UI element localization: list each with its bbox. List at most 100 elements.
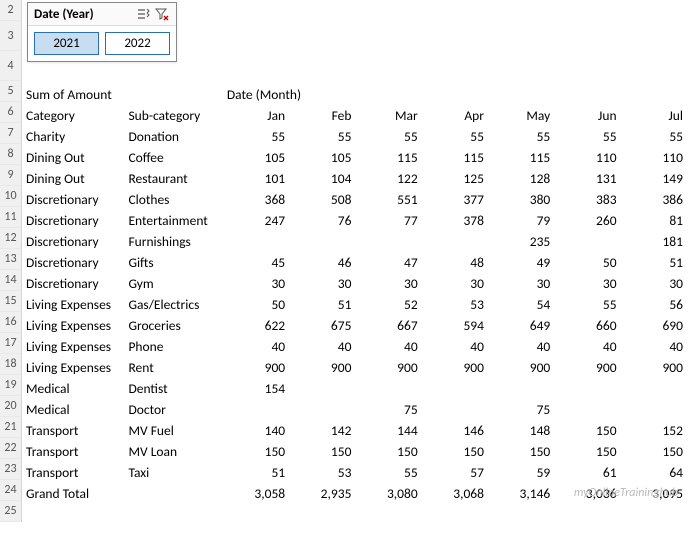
category-cell[interactable]: Transport — [22, 462, 124, 483]
subcategory-header[interactable]: Sub-category — [124, 105, 222, 126]
category-cell[interactable]: Dining Out — [22, 168, 124, 189]
value-cell[interactable]: 50 — [223, 294, 289, 315]
value-cell[interactable]: 660 — [554, 315, 620, 336]
value-cell[interactable] — [355, 231, 421, 252]
row-header[interactable]: 11 — [0, 207, 21, 228]
subcategory-cell[interactable]: Rent — [124, 357, 222, 378]
row-header[interactable]: 12 — [0, 228, 21, 249]
value-cell[interactable] — [554, 378, 620, 399]
value-cell[interactable] — [422, 231, 488, 252]
value-cell[interactable]: 181 — [621, 231, 687, 252]
value-cell[interactable]: 52 — [355, 294, 421, 315]
row-header[interactable]: 23 — [0, 459, 21, 480]
value-cell[interactable]: 150 — [621, 441, 687, 462]
value-cell[interactable]: 690 — [621, 315, 687, 336]
row-header[interactable]: 4 — [0, 51, 21, 81]
subcategory-cell[interactable]: Gym — [124, 273, 222, 294]
category-header[interactable]: Category — [22, 105, 124, 126]
row-header[interactable]: 3 — [0, 21, 21, 51]
value-cell[interactable]: 101 — [223, 168, 289, 189]
category-cell[interactable]: Living Expenses — [22, 336, 124, 357]
value-cell[interactable] — [422, 399, 488, 420]
value-cell[interactable]: 45 — [223, 252, 289, 273]
value-cell[interactable]: 40 — [223, 336, 289, 357]
subcategory-cell[interactable]: Phone — [124, 336, 222, 357]
subcategory-cell[interactable]: MV Loan — [124, 441, 222, 462]
subcategory-cell[interactable]: Coffee — [124, 147, 222, 168]
value-cell[interactable]: 125 — [422, 168, 488, 189]
row-header[interactable]: 16 — [0, 312, 21, 333]
value-cell[interactable]: 55 — [488, 126, 554, 147]
value-cell[interactable]: 105 — [289, 147, 355, 168]
subcategory-cell[interactable]: Doctor — [124, 399, 222, 420]
value-cell[interactable]: 622 — [223, 315, 289, 336]
value-cell[interactable]: 50 — [554, 252, 620, 273]
value-cell[interactable]: 150 — [554, 441, 620, 462]
value-cell[interactable]: 51 — [289, 294, 355, 315]
category-cell[interactable]: Discretionary — [22, 252, 124, 273]
value-cell[interactable]: 46 — [289, 252, 355, 273]
value-cell[interactable]: 152 — [621, 420, 687, 441]
value-cell[interactable]: 900 — [554, 357, 620, 378]
row-header[interactable]: 19 — [0, 375, 21, 396]
category-cell[interactable]: Discretionary — [22, 189, 124, 210]
value-cell[interactable]: 110 — [621, 147, 687, 168]
value-cell[interactable] — [289, 378, 355, 399]
value-cell[interactable]: 55 — [422, 126, 488, 147]
value-cell[interactable]: 30 — [223, 273, 289, 294]
month-header[interactable]: Jul — [621, 105, 687, 126]
value-cell[interactable] — [554, 231, 620, 252]
month-header[interactable]: Jun — [554, 105, 620, 126]
value-cell[interactable]: 383 — [554, 189, 620, 210]
subcategory-cell[interactable]: Donation — [124, 126, 222, 147]
value-cell[interactable]: 378 — [422, 210, 488, 231]
value-cell[interactable]: 55 — [223, 126, 289, 147]
value-cell[interactable]: 81 — [621, 210, 687, 231]
category-cell[interactable]: Medical — [22, 399, 124, 420]
category-cell[interactable]: Living Expenses — [22, 357, 124, 378]
value-cell[interactable]: 30 — [621, 273, 687, 294]
value-cell[interactable]: 154 — [223, 378, 289, 399]
row-header[interactable]: 8 — [0, 144, 21, 165]
pivot-table[interactable]: Sum of AmountDate (Month)CategorySub-cat… — [22, 84, 687, 504]
grand-total-label[interactable]: Grand Total — [22, 483, 124, 504]
value-cell[interactable]: 115 — [355, 147, 421, 168]
value-cell[interactable]: 47 — [355, 252, 421, 273]
value-cell[interactable]: 900 — [488, 357, 554, 378]
value-cell[interactable]: 142 — [289, 420, 355, 441]
value-cell[interactable]: 900 — [422, 357, 488, 378]
value-cell[interactable]: 55 — [355, 126, 421, 147]
category-cell[interactable]: Discretionary — [22, 210, 124, 231]
row-header[interactable]: 14 — [0, 270, 21, 291]
value-cell[interactable]: 386 — [621, 189, 687, 210]
grand-total-value[interactable]: 3,146 — [488, 483, 554, 504]
row-header[interactable]: 15 — [0, 291, 21, 312]
value-cell[interactable]: 122 — [355, 168, 421, 189]
value-cell[interactable] — [422, 378, 488, 399]
row-header[interactable]: 6 — [0, 102, 21, 123]
row-header[interactable]: 5 — [0, 81, 21, 102]
category-cell[interactable]: Discretionary — [22, 231, 124, 252]
value-cell[interactable]: 76 — [289, 210, 355, 231]
value-cell[interactable]: 30 — [355, 273, 421, 294]
value-cell[interactable]: 75 — [488, 399, 554, 420]
value-cell[interactable]: 900 — [621, 357, 687, 378]
value-cell[interactable]: 104 — [289, 168, 355, 189]
value-cell[interactable]: 368 — [223, 189, 289, 210]
value-cell[interactable]: 30 — [554, 273, 620, 294]
row-header[interactable]: 2 — [0, 0, 21, 21]
value-cell[interactable]: 40 — [422, 336, 488, 357]
value-cell[interactable]: 40 — [289, 336, 355, 357]
category-cell[interactable]: Living Expenses — [22, 315, 124, 336]
value-cell[interactable]: 667 — [355, 315, 421, 336]
grand-total-value[interactable]: 3,068 — [422, 483, 488, 504]
subcategory-cell[interactable]: MV Fuel — [124, 420, 222, 441]
value-cell[interactable]: 77 — [355, 210, 421, 231]
value-cell[interactable]: 900 — [289, 357, 355, 378]
value-cell[interactable]: 144 — [355, 420, 421, 441]
value-cell[interactable]: 105 — [223, 147, 289, 168]
value-cell[interactable]: 59 — [488, 462, 554, 483]
clear-filter-icon[interactable] — [154, 6, 170, 22]
value-cell[interactable]: 51 — [223, 462, 289, 483]
value-cell[interactable] — [289, 231, 355, 252]
